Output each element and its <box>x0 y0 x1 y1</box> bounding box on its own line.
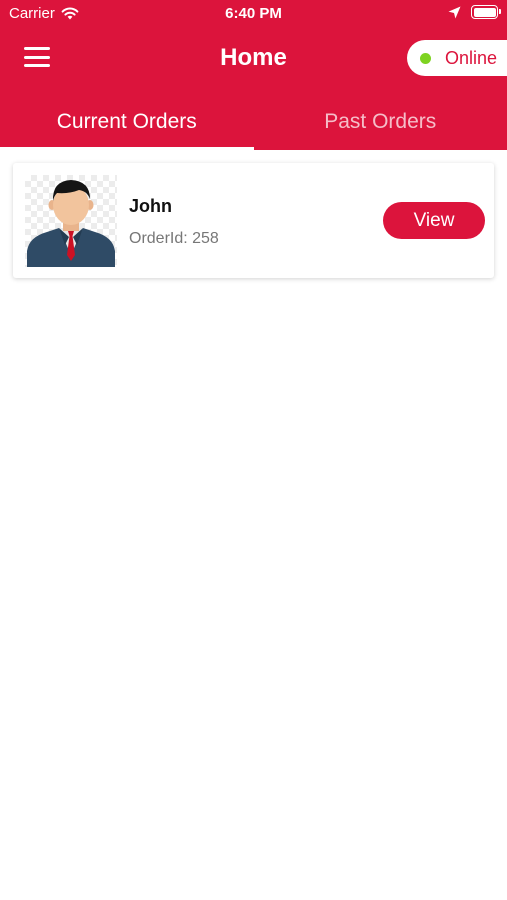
status-right-icons <box>448 5 501 19</box>
tab-current-orders-label: Current Orders <box>56 110 197 133</box>
businessman-avatar-icon <box>27 180 115 267</box>
tab-current-orders[interactable]: Current Orders <box>0 100 254 150</box>
tab-past-orders[interactable]: Past Orders <box>254 100 507 150</box>
tab-past-orders-label: Past Orders <box>324 110 437 133</box>
avatar <box>25 175 117 267</box>
battery-icon <box>471 5 501 19</box>
status-time: 6:40 PM <box>225 5 282 22</box>
online-status-toggle[interactable]: Online <box>407 40 507 76</box>
order-tabs: Current Orders Past Orders <box>0 100 507 150</box>
app-header: Carrier 6:40 PM Home Online Current Orde… <box>0 0 507 150</box>
online-status-dot <box>420 52 431 64</box>
order-card: John OrderId: 258 View <box>13 163 494 278</box>
status-bar: Carrier 6:40 PM <box>0 0 507 28</box>
active-tab-indicator <box>0 147 254 150</box>
customer-name: John <box>129 196 172 216</box>
view-order-button[interactable]: View <box>383 202 485 239</box>
location-arrow-icon <box>448 6 461 18</box>
online-status-label: Online <box>445 47 498 68</box>
order-id: OrderId: 258 <box>129 230 219 247</box>
